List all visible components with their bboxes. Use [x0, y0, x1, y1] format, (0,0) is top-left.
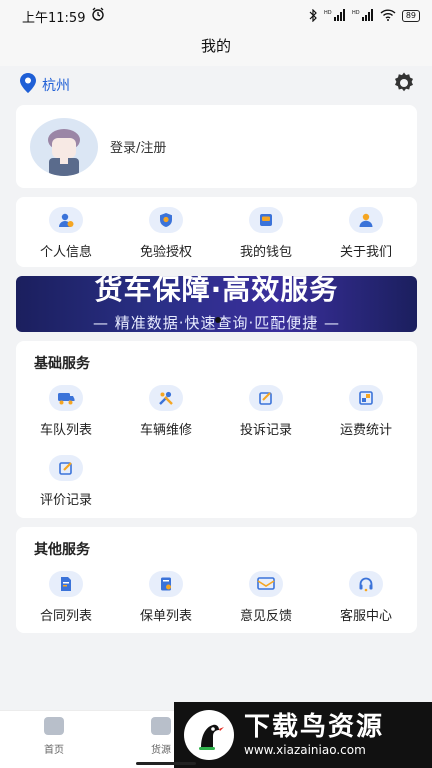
complaint-icon: [249, 385, 283, 411]
quick-action-auth[interactable]: 免验授权: [116, 207, 216, 260]
tab-home[interactable]: 首页: [14, 717, 94, 756]
headset-icon: [349, 571, 383, 597]
bird-logo-icon: [184, 710, 234, 760]
quick-actions-card: 个人信息 免验授权 我的钱包 关于我们: [16, 197, 417, 267]
bluetooth-icon: [308, 8, 318, 24]
review-edit-icon: [49, 455, 83, 481]
other-services-card: 其他服务 合同列表 保单列表 意见反馈 客服中心: [16, 527, 417, 633]
alarm-icon: [91, 7, 105, 25]
service-freight-stats[interactable]: 运费统计: [316, 385, 416, 438]
service-label: 车队列表: [39, 423, 92, 438]
quick-action-about[interactable]: 关于我们: [316, 207, 416, 260]
login-register-link[interactable]: 登录/注册: [110, 137, 166, 156]
service-complaints[interactable]: 投诉记录: [216, 385, 316, 438]
service-review-records[interactable]: 评价记录: [16, 455, 116, 508]
person-info-icon: [49, 207, 83, 233]
quick-action-label: 免验授权: [139, 245, 192, 260]
watermark-url: www.xiazainiao.com: [244, 743, 366, 757]
promo-banner[interactable]: 货车保障·高效服务 — 精准数据·快速查询·匹配便捷 —: [16, 276, 417, 332]
section-title-other: 其他服务: [34, 542, 90, 558]
tab-home-label: 首页: [44, 745, 64, 756]
service-contract-list[interactable]: 合同列表: [16, 571, 116, 624]
service-label: 保单列表: [139, 609, 192, 624]
service-label: 运费统计: [339, 423, 392, 438]
page-title: 我的: [0, 32, 432, 66]
watermark-title: 下载鸟资源: [244, 712, 385, 742]
banner-title: 货车保障·高效服务: [94, 276, 339, 306]
feedback-icon: [249, 571, 283, 597]
service-label: 评价记录: [39, 493, 92, 508]
gear-icon[interactable]: [392, 71, 416, 99]
section-title-basic: 基础服务: [34, 356, 90, 372]
signal-icon: HD: [324, 9, 346, 23]
banner-indicator-dot: [215, 317, 221, 323]
status-bar: 上午11:59 HD HD 89: [0, 0, 432, 32]
quick-action-label: 关于我们: [339, 245, 392, 260]
service-fleet-list[interactable]: 车队列表: [16, 385, 116, 438]
service-label: 客服中心: [339, 609, 392, 624]
shield-icon: [149, 207, 183, 233]
wallet-icon: [249, 207, 283, 233]
service-feedback[interactable]: 意见反馈: [216, 571, 316, 624]
network-label-1: HD: [324, 10, 332, 16]
quick-action-personal-info[interactable]: 个人信息: [16, 207, 116, 260]
status-time: 上午11:59: [22, 10, 86, 26]
about-us-icon: [349, 207, 383, 233]
watermark-overlay: 下载鸟资源 www.xiazainiao.com: [174, 702, 432, 768]
fleet-icon: [49, 385, 83, 411]
network-label-2: HD: [352, 10, 360, 16]
location-pin-icon[interactable]: [20, 73, 36, 97]
repair-tools-icon: [149, 385, 183, 411]
service-label: 意见反馈: [239, 609, 292, 624]
service-label: 投诉记录: [239, 423, 292, 438]
service-label: 车辆维修: [139, 423, 192, 438]
quick-action-label: 我的钱包: [239, 245, 292, 260]
home-icon: [44, 717, 64, 735]
service-policy-list[interactable]: 保单列表: [116, 571, 216, 624]
policy-icon: [149, 571, 183, 597]
tab-cargo-label: 货源: [151, 745, 171, 756]
quick-action-label: 个人信息: [39, 245, 92, 260]
cargo-icon: [151, 717, 171, 735]
avatar[interactable]: [30, 117, 98, 176]
location-row: 杭州: [20, 70, 416, 100]
service-customer-center[interactable]: 客服中心: [316, 571, 416, 624]
battery-indicator: 89: [401, 10, 420, 22]
service-vehicle-repair[interactable]: 车辆维修: [116, 385, 216, 438]
basic-services-card: 基础服务 车队列表 车辆维修 投诉记录 运费统计 评价记录: [16, 341, 417, 518]
profile-card[interactable]: 登录/注册: [16, 105, 417, 188]
signal-icon-2: HD: [352, 9, 374, 23]
home-indicator: [136, 762, 196, 765]
quick-action-wallet[interactable]: 我的钱包: [216, 207, 316, 260]
location-city[interactable]: 杭州: [42, 75, 70, 95]
wifi-icon: [380, 9, 396, 23]
service-label: 合同列表: [39, 609, 92, 624]
contract-icon: [49, 571, 83, 597]
freight-stats-icon: [349, 385, 383, 411]
